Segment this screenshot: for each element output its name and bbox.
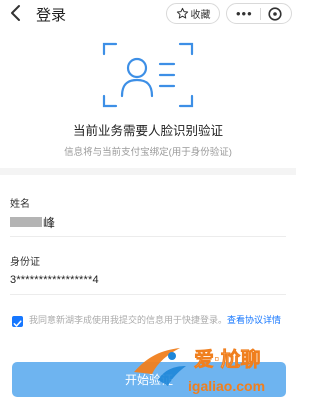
name-label: 姓名 <box>10 199 30 210</box>
face-id-frame-icon <box>102 42 194 108</box>
watermark-logo: 爱·尬聊 igaliao.com <box>134 347 265 394</box>
favorite-label: 收藏 <box>190 10 211 21</box>
agreement-statement: 我同意新湖李成使用我提交的信息用于快捷登录。 <box>29 315 228 325</box>
agreement-link[interactable]: 查看协议详情 <box>227 315 281 325</box>
capsule-divider <box>260 8 261 20</box>
verify-subheading: 信息将与当前支付宝绑定(用于身份验证) <box>64 147 232 158</box>
field-divider <box>10 294 286 295</box>
agreement-checkbox[interactable] <box>12 316 23 327</box>
favorite-button[interactable]: 收藏 <box>166 3 220 24</box>
section-divider <box>0 168 296 175</box>
watermark-url: igaliao.com <box>188 378 265 394</box>
name-redaction <box>10 217 42 227</box>
watermark-brand: 爱·尬聊 <box>194 347 261 371</box>
id-card-label: 身份证 <box>10 257 40 268</box>
back-arrow-icon[interactable] <box>7 3 25 23</box>
page-title: 登录 <box>36 7 67 24</box>
title-bar: 登录 收藏 ••• <box>0 0 296 28</box>
field-divider <box>10 236 286 237</box>
star-icon <box>176 7 188 19</box>
close-circle-icon[interactable] <box>268 7 282 21</box>
id-card-field[interactable]: 3*****************4 <box>10 274 99 286</box>
verify-heading: 当前业务需要人脸识别验证 <box>72 124 223 138</box>
checkmark-icon <box>13 320 22 327</box>
agreement-text: 我同意新湖李成使用我提交的信息用于快捷登录。查看协议详情 <box>29 314 287 327</box>
name-field[interactable]: 峰 <box>43 214 55 231</box>
mini-app-capsule: ••• <box>226 3 292 24</box>
more-dots-icon[interactable]: ••• <box>236 7 253 20</box>
